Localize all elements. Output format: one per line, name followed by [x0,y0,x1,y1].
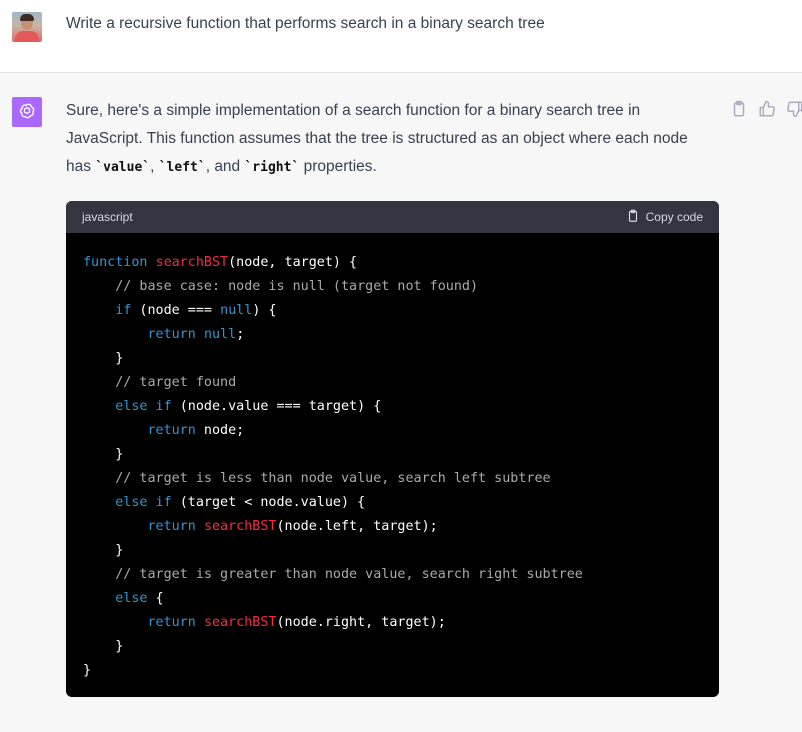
code-keyword: return [147,423,196,438]
assistant-message-text: Sure, here's a simple implementation of … [66,97,716,182]
code-text: } [83,543,124,558]
code-text: (node.value === target) { [171,399,382,414]
code-text: (node === [131,303,221,318]
code-keyword: return [147,519,196,534]
code-function-name: searchBST [155,255,229,270]
code-text: } [83,447,124,462]
openai-logo-icon [12,97,42,127]
code-text: (node.right, target); [276,615,446,630]
code-comment: // target is greater than node value, se… [83,567,583,582]
code-keyword: null [203,327,237,342]
assistant-intro-end: properties. [299,158,377,175]
copy-code-label: Copy code [645,210,703,224]
user-message-text: Write a recursive function that performs… [66,15,545,32]
code-text: ; [236,327,245,342]
user-message-row: Write a recursive function that performs… [0,0,802,73]
code-keyword: function [83,255,148,270]
code-comment: // target is less than node value, searc… [83,471,551,486]
code-text: (node, target) { [228,255,358,270]
separator: , and [205,158,245,175]
code-keyword: return [147,327,196,342]
code-keyword: else if [115,495,172,510]
code-header: javascript Copy code [66,201,719,233]
separator: , [150,158,159,175]
copy-code-button[interactable]: Copy code [626,209,703,226]
code-text: ) { [252,303,277,318]
code-function-name: searchBST [203,615,277,630]
inline-code-right: `right` [244,160,300,175]
code-text: } [83,639,124,654]
code-keyword: null [220,303,253,318]
code-text: { [147,591,164,606]
code-text: (node.left, target); [276,519,438,534]
code-keyword: if [115,303,132,318]
code-comment: // target found [83,375,237,390]
code-text: node; [195,423,245,438]
user-avatar [12,12,42,42]
code-text: } [83,663,92,678]
code-function-name: searchBST [203,519,277,534]
code-language-label: javascript [82,210,133,224]
code-text: (target < node.value) { [171,495,366,510]
inline-code-left: `left` [158,160,206,175]
code-content: function searchBST(node, target) { // ba… [66,233,719,697]
thumbs-down-icon[interactable] [786,100,802,118]
code-block: javascript Copy code function searchBST(… [66,201,719,697]
inline-code-value: `value` [95,160,151,175]
message-actions [730,100,802,118]
code-comment: // base case: node is null (target not f… [83,279,479,294]
thumbs-up-icon[interactable] [758,100,776,118]
clipboard-icon[interactable] [730,100,748,118]
code-text: } [83,351,124,366]
code-keyword: else [115,591,148,606]
clipboard-icon [626,209,640,226]
code-keyword: return [147,615,196,630]
code-keyword: else if [115,399,172,414]
